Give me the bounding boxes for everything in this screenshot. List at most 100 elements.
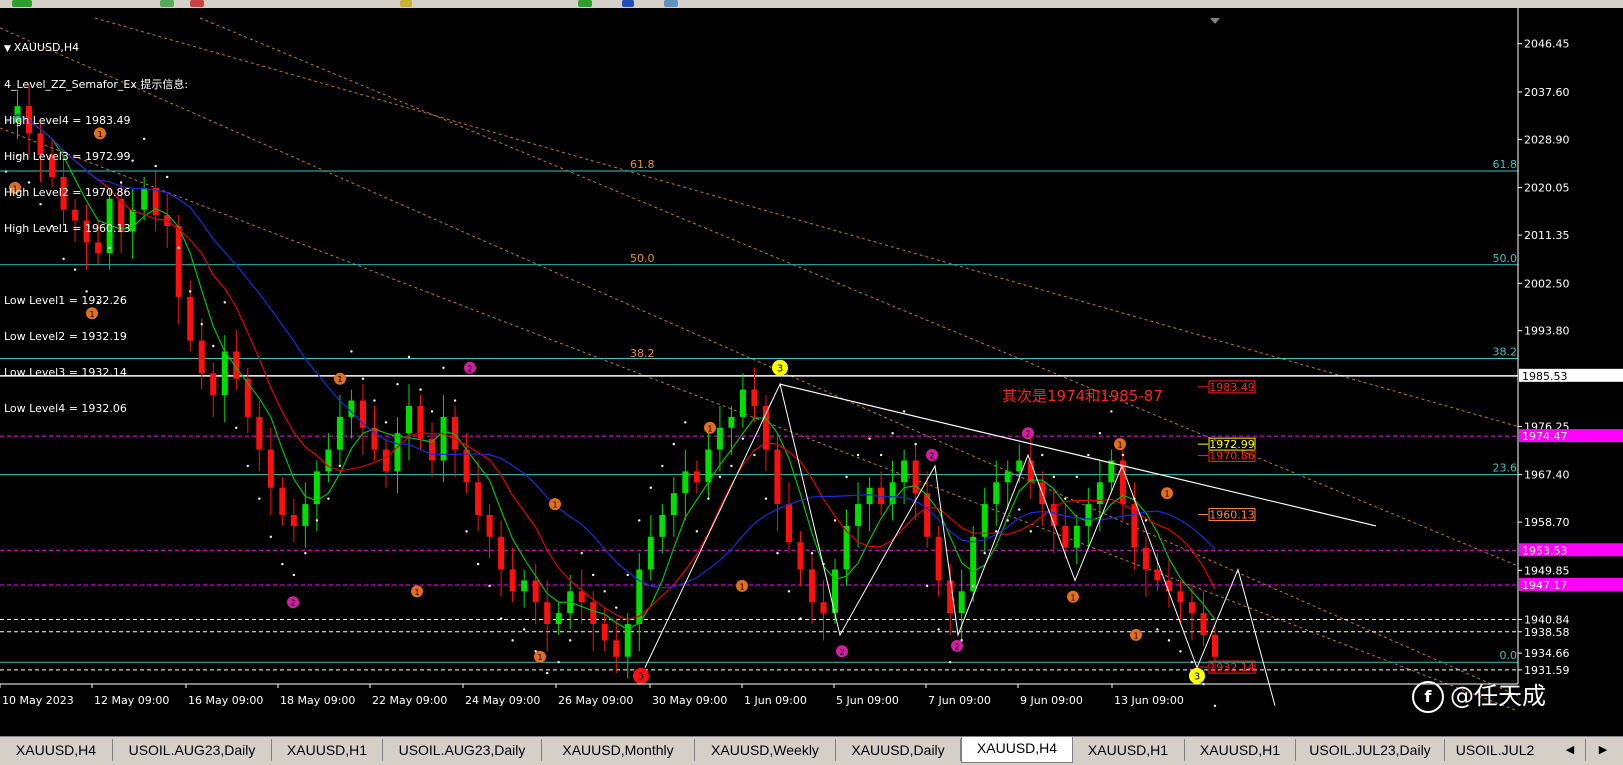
trend-line-dotted [199,17,1524,569]
tab-chart[interactable]: XAUUSD,H1 [272,739,383,761]
sar-dot [465,530,468,533]
sar-dot [856,453,860,457]
tab-chart-active[interactable]: XAUUSD,H4 [961,737,1073,763]
zigzag-line [644,382,1276,706]
price-axis-panel [1518,8,1623,712]
candle-body [693,471,700,483]
watermark-text: @任天成 [1450,682,1546,710]
indicator-title: 4_Level_ZZ_Semafor_Ex 提示信息: [4,78,189,91]
price-axis-label: 1934.66 [1524,647,1570,660]
price-axis-label: 1967.40 [1524,469,1570,482]
sar-dot [741,437,745,440]
sar-dot [511,639,514,642]
chart-tool-icon[interactable] [400,0,412,7]
fib-center-label: 38.2 [630,347,655,360]
price-axis-label: 1993.80 [1524,325,1570,338]
tab-chart[interactable]: XAUUSD,H1 [1072,739,1185,761]
sar-dot [615,606,618,609]
sar-dot [569,639,572,642]
tab-chart[interactable]: XAUUSD,Daily [836,739,961,761]
chart-shift-marker-icon[interactable] [1210,18,1220,24]
fib-level-label: 61.8 [1493,158,1518,171]
candle-body [728,416,735,428]
candle-body [1004,471,1011,483]
sar-dot [453,399,457,402]
candle-body [716,427,723,450]
sar-dot [914,442,917,446]
sar-dot [384,421,388,424]
candle-body [774,449,781,505]
tab-chart[interactable]: USOIL.AUG23,Daily [383,739,542,761]
sar-dot [592,573,595,577]
tab-chart[interactable]: XAUUSD,H4 [0,739,113,761]
candle-body [1188,602,1195,614]
tab-chart[interactable]: XAUUSD,Weekly [695,739,836,761]
chart-tabs-bar: XAUUSD,H4 USOIL.AUG23,Daily XAUUSD,H1 US… [0,736,1623,765]
tab-scroll-left-icon[interactable]: ◀ [1555,739,1586,761]
sar-dot [960,639,963,642]
semafor-marker-label: 1 [707,424,712,433]
weibo-logo-icon: f [1412,681,1444,713]
semafor-marker-label: 2 [467,364,472,373]
tab-chart[interactable]: XAUUSD,Monthly [542,739,695,761]
semafor-marker-label: 1 [552,501,557,510]
candle-body [187,296,194,341]
tab-chart[interactable]: XAUUSD,H1 [1185,739,1296,761]
sar-dot [304,551,307,555]
candle-body [647,536,654,570]
sar-dot [718,475,722,479]
chart-tool-icon[interactable] [664,0,678,7]
new-order-icon[interactable] [12,0,32,7]
chart-tool-icon[interactable] [160,0,174,7]
candle-body [1085,504,1092,526]
tab-scroll-right-icon[interactable]: ▶ [1588,739,1618,761]
add-indicator-icon[interactable] [578,0,592,7]
candle-body [785,504,792,543]
candle-body [406,405,412,434]
tab-chart[interactable]: USOIL.AUG23,Daily [113,739,272,761]
sar-dot [499,617,503,620]
sar-dot [327,497,330,500]
candle-body [947,580,954,614]
candle-body [336,416,343,450]
sar-dot [1213,704,1217,708]
sar-dot [488,584,491,588]
semafor-marker-label: 1 [1070,593,1075,602]
chart-canvas[interactable]: 61.8 50.0 38.2 23.6 0.0 61.8 50.0 38.2 1 1 1 1 1 1 1 1 1… [0,8,1623,712]
candle-body [739,389,746,417]
sar-dot [845,475,848,479]
time-axis-label: 1 Jun 09:00 [744,694,807,707]
sar-dot [810,551,814,555]
candle-body [544,602,551,625]
sar-dot [1075,475,1079,479]
tab-chart[interactable]: USOIL.JUL2 [1445,739,1545,761]
price-axis-label: 2037.60 [1524,86,1570,99]
semafor-marker-label: 1 [414,588,419,597]
sar-dot [603,590,606,593]
candle-body [210,373,217,396]
sar-dot [638,519,641,522]
sar-dot [879,453,883,457]
sar-dot [1190,660,1194,664]
tab-chart[interactable]: USOIL.JUL23,Daily [1296,739,1445,761]
candle-body [1016,460,1023,472]
price-chart[interactable]: 61.8 50.0 38.2 23.6 0.0 61.8 50.0 38.2 1 1 1 1 1 1 1 1 1… [0,8,1623,712]
candle-body [532,580,539,603]
candle-body [682,471,689,494]
sar-dot [269,535,273,539]
chart-tool-icon[interactable] [190,0,204,7]
semafor-marker-label: 1 [1133,631,1138,640]
sar-dot [1156,628,1159,631]
sar-dot [684,421,687,424]
sar-dot [1029,530,1032,533]
price-axis-label: 1953.53 [1522,544,1568,557]
sar-dot [315,519,319,522]
watermark: f @任天成 [1412,676,1546,713]
chart-tool-icon[interactable] [622,0,634,7]
candle-body [659,515,666,537]
level-tag-text: 1960.13 [1209,508,1255,521]
sar-dot [925,584,929,588]
candle-body [601,624,608,641]
level-tag-text: 1932.14 [1209,661,1255,674]
price-axis-label: 2002.50 [1524,277,1570,290]
